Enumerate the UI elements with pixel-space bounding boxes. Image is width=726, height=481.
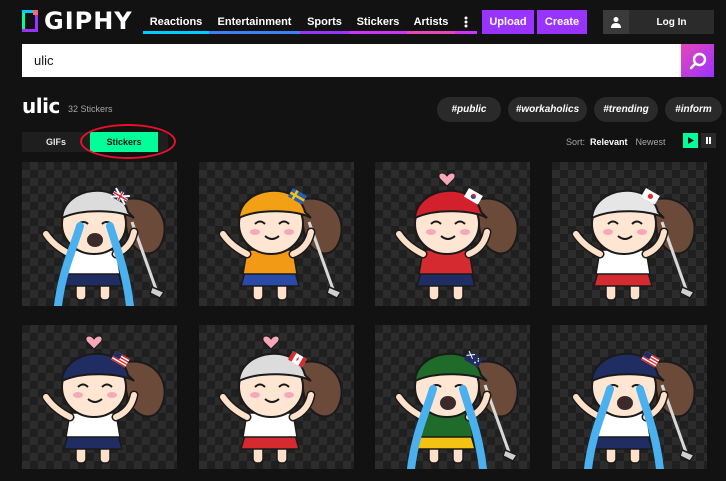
sort-newest[interactable]: Newest xyxy=(636,137,666,147)
giphy-logo-icon xyxy=(22,10,38,32)
sticker-grid xyxy=(22,162,726,481)
tag-public[interactable]: #public xyxy=(437,97,501,122)
sticker-illustration xyxy=(394,172,519,301)
nav-entertainment[interactable]: Entertainment xyxy=(209,8,300,34)
sticker-illustration xyxy=(41,335,166,464)
sort-control: Sort: Relevant Newest xyxy=(566,137,666,147)
pause-icon xyxy=(706,137,711,144)
sort-label: Sort: xyxy=(566,137,586,147)
nav-entertainment-underline xyxy=(209,31,300,34)
tab-stickers[interactable]: Stickers xyxy=(90,132,158,152)
login-button[interactable]: Log In xyxy=(603,10,714,34)
sticker-illustration xyxy=(218,335,343,464)
nav-reactions-label: Reactions xyxy=(149,16,203,28)
result-count: 32 Stickers xyxy=(68,104,113,114)
sticker-illustration xyxy=(41,187,166,306)
giphy-logo[interactable]: GIPHY xyxy=(22,9,133,33)
sort-relevant[interactable]: Relevant xyxy=(590,137,628,147)
nav-stickers[interactable]: Stickers xyxy=(349,8,407,34)
sticker-illustration xyxy=(571,351,696,469)
pause-button[interactable] xyxy=(701,133,716,148)
login-label: Log In xyxy=(656,16,687,28)
nav-sports[interactable]: Sports xyxy=(300,8,349,34)
sticker-item[interactable] xyxy=(375,325,530,469)
search-bar xyxy=(22,44,714,77)
nav-artists-underline xyxy=(407,31,455,34)
sticker-item[interactable] xyxy=(552,162,707,306)
nav-reactions[interactable]: Reactions xyxy=(143,8,209,34)
play-button[interactable] xyxy=(683,133,698,148)
sticker-item[interactable] xyxy=(199,162,354,306)
user-icon xyxy=(603,10,629,34)
search-icon xyxy=(689,52,706,69)
sticker-item[interactable] xyxy=(22,325,177,469)
nav-artists-label: Artists xyxy=(413,16,449,28)
nav-stickers-label: Stickers xyxy=(356,16,400,28)
tab-gifs[interactable]: GIFs xyxy=(22,132,90,152)
tag-workaholics[interactable]: #workaholics xyxy=(508,97,587,122)
search-input[interactable] xyxy=(22,44,681,77)
playback-controls xyxy=(683,133,719,148)
page-title: ulic xyxy=(22,94,60,118)
nav-sports-label: Sports xyxy=(307,16,342,28)
nav-sports-underline xyxy=(300,31,349,34)
brand-name: GIPHY xyxy=(44,7,133,35)
sticker-item[interactable] xyxy=(22,162,177,306)
sticker-item[interactable] xyxy=(375,162,530,306)
nav-artists[interactable]: Artists xyxy=(407,8,455,34)
sticker-illustration xyxy=(394,350,519,469)
main-nav: Reactions Entertainment Sports Stickers … xyxy=(143,8,477,34)
content-type-tabs: GIFs Stickers xyxy=(22,132,168,152)
more-vertical-icon xyxy=(455,16,477,34)
play-icon xyxy=(688,137,694,144)
sticker-illustration xyxy=(571,188,696,301)
nav-entertainment-label: Entertainment xyxy=(217,16,292,28)
upload-button[interactable]: Upload xyxy=(482,10,534,34)
search-button[interactable] xyxy=(681,44,714,77)
top-header: GIPHY Reactions Entertainment Sports Sti… xyxy=(0,0,726,44)
nav-more[interactable] xyxy=(455,8,477,34)
tag-trending[interactable]: #trending xyxy=(594,97,658,122)
nav-stickers-underline xyxy=(349,31,407,34)
tag-inform[interactable]: #inform xyxy=(665,97,722,122)
sticker-item[interactable] xyxy=(552,325,707,469)
tag-list: #public #workaholics #trending #inform xyxy=(437,97,722,122)
nav-reactions-underline xyxy=(143,31,209,34)
sticker-item[interactable] xyxy=(199,325,354,469)
create-button[interactable]: Create xyxy=(537,10,587,34)
sticker-illustration xyxy=(218,188,343,301)
